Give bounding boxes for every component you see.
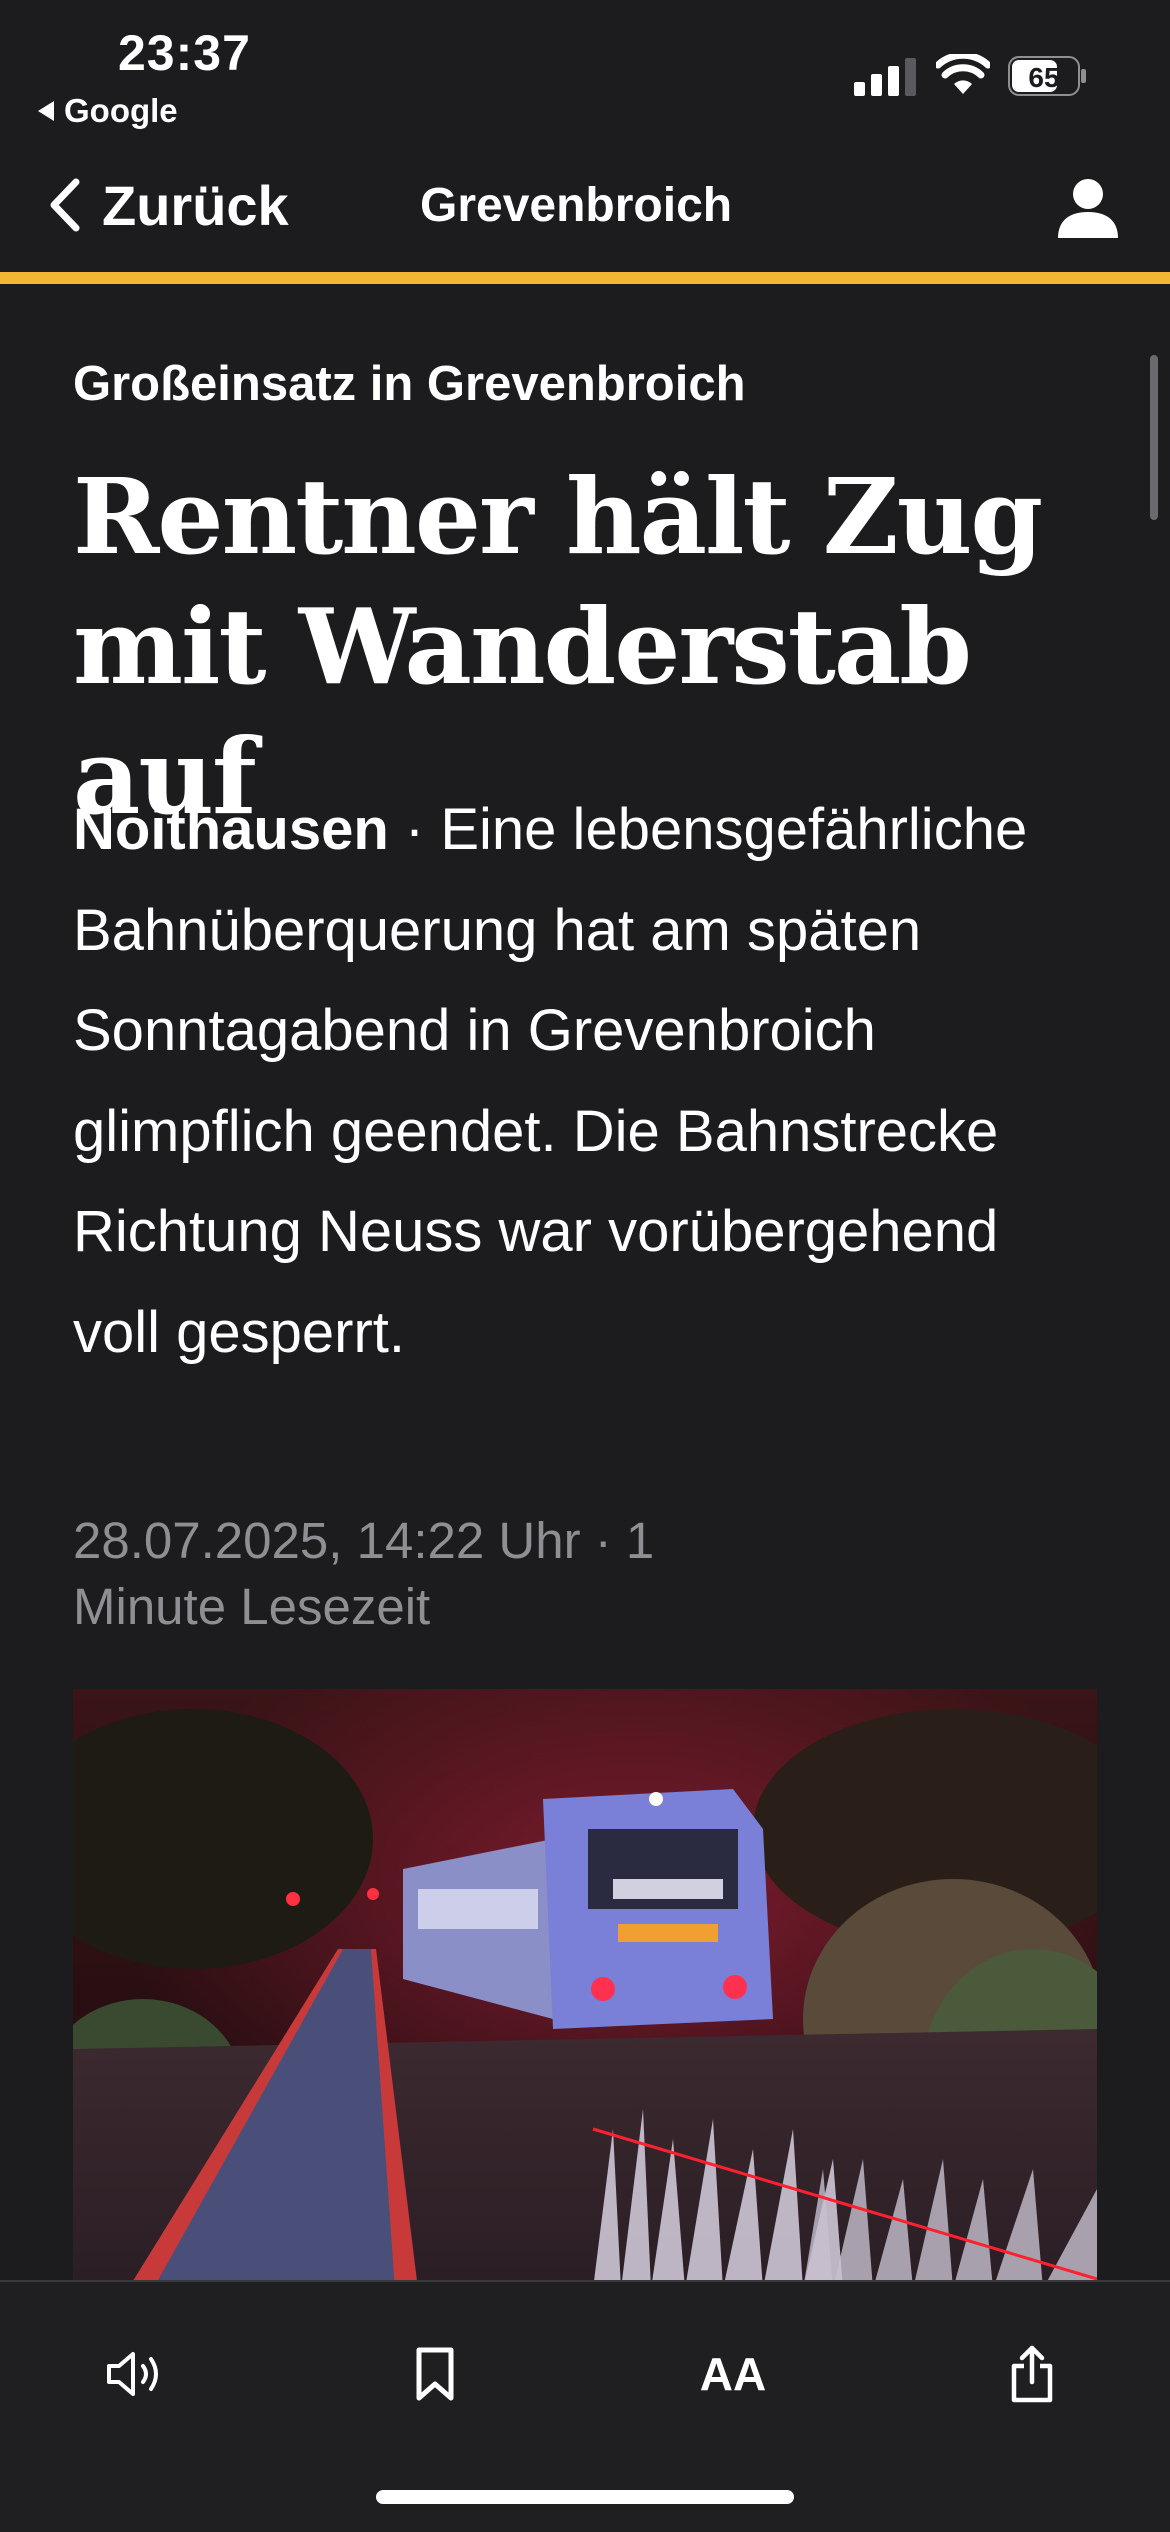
article-content[interactable]: Großeinsatz in Grevenbroich Rentner hält… bbox=[0, 284, 1170, 2280]
article-meta: 28.07.2025, 14:22 Uhr · 1 Minute Lesezei… bbox=[73, 1512, 655, 1635]
speaker-icon bbox=[107, 2352, 158, 2396]
section-title: Grevenbroich bbox=[420, 179, 733, 232]
app-screen: 23:37 Google 65 Zurück Grevenbroich Groß… bbox=[0, 0, 1170, 2532]
battery-icon: 65 bbox=[1008, 56, 1086, 96]
home-indicator[interactable] bbox=[376, 2490, 794, 2504]
status-bar: 23:37 Google 65 bbox=[0, 0, 1170, 140]
teaser-location: Noithausen bbox=[73, 797, 389, 862]
battery-level: 65 bbox=[1028, 62, 1059, 93]
accent-divider bbox=[0, 272, 1170, 284]
text-size-icon: AA bbox=[699, 2348, 767, 2400]
navigation-bar: Zurück Grevenbroich bbox=[0, 140, 1170, 272]
wifi-icon bbox=[936, 54, 990, 94]
share-button[interactable] bbox=[992, 2334, 1072, 2414]
back-button-label: Zurück bbox=[102, 173, 289, 237]
back-triangle-icon bbox=[38, 101, 54, 121]
bookmark-icon bbox=[416, 2347, 454, 2401]
back-button[interactable]: Zurück bbox=[46, 170, 289, 240]
article-hero-image[interactable] bbox=[73, 1689, 1097, 2280]
text-size-button[interactable]: AA bbox=[693, 2334, 773, 2414]
bookmark-button[interactable] bbox=[395, 2334, 475, 2414]
cellular-signal-icon bbox=[854, 58, 916, 96]
chevron-left-icon bbox=[50, 178, 80, 232]
back-app-label: Google bbox=[64, 92, 178, 129]
profile-icon[interactable] bbox=[1056, 176, 1120, 240]
article-teaser: Noithausen · Eine lebensgefährliche Bahn… bbox=[73, 780, 1093, 1383]
status-time: 23:37 bbox=[118, 25, 251, 81]
scrollbar[interactable] bbox=[1150, 355, 1158, 520]
teaser-text: · Eine lebensgefährliche Bahnüberquerung… bbox=[73, 797, 1028, 1365]
article-kicker: Großeinsatz in Grevenbroich bbox=[73, 357, 746, 411]
share-icon bbox=[1011, 2345, 1053, 2403]
read-aloud-button[interactable] bbox=[96, 2334, 176, 2414]
back-to-app-link[interactable]: Google bbox=[38, 92, 178, 130]
